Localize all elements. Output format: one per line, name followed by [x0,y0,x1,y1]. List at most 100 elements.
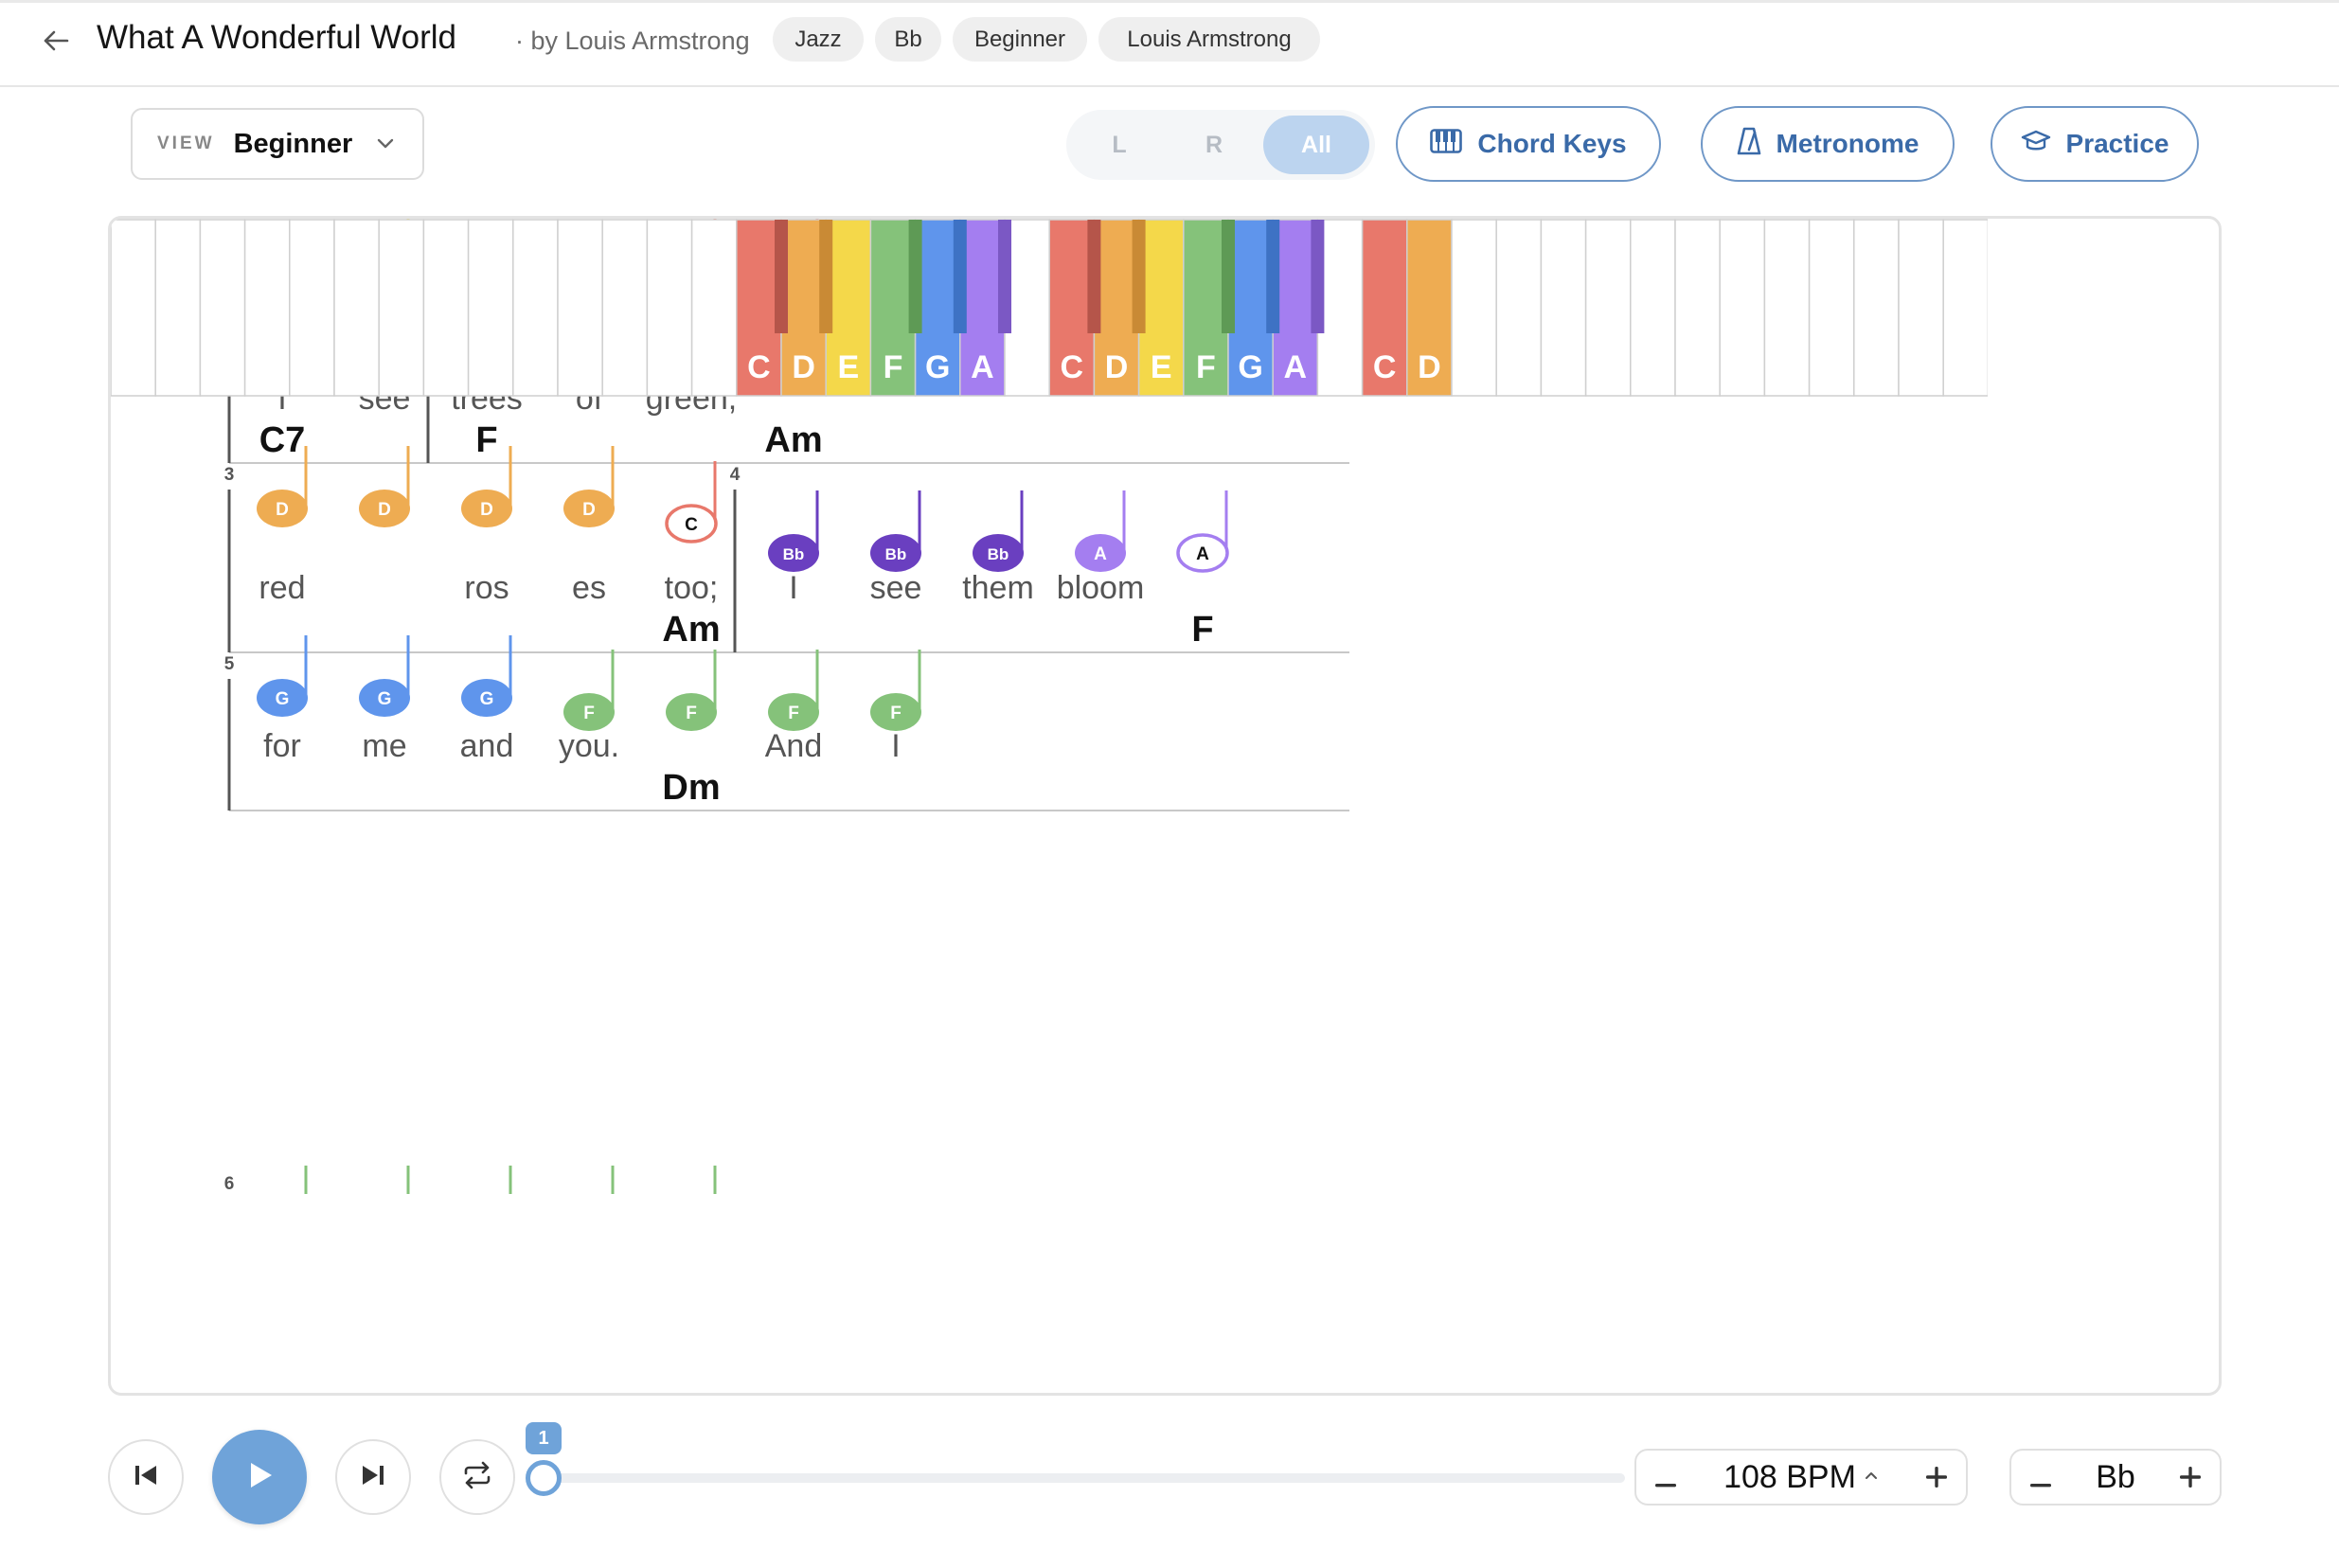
piano-white-key [690,219,738,397]
piano-white-key [601,219,649,397]
piano-key-label: G [1238,349,1262,385]
note-label: G [378,689,392,709]
transpose-increase-button[interactable] [2161,1451,2220,1504]
note: Bb [973,490,1024,572]
note: F [563,650,615,731]
plus-icon [2180,1459,2201,1496]
piano-key-label: C [1373,349,1397,385]
note-label: A [1094,544,1107,564]
note: G [257,635,308,717]
piano-white-key [111,219,156,397]
chord-symbol: F [1191,610,1213,650]
piano-white-key [1808,219,1855,397]
progress-thumb[interactable] [526,1460,562,1496]
note-label: G [276,689,290,709]
progress-track[interactable] [544,1473,1625,1483]
piano-key-label: G [925,349,950,385]
lyric: me [362,728,406,764]
metronome-button[interactable]: Metronome [1701,106,1955,182]
lyric: ros [464,570,509,606]
hand-all-button[interactable]: All [1263,116,1369,174]
piano-black-key [1132,220,1146,333]
tempo-decrease-button[interactable] [1636,1451,1695,1504]
piano-black-key [819,220,833,333]
minus-icon [2030,1459,2051,1496]
repeat-icon [461,1461,493,1494]
view-select[interactable]: VIEW Beginner [131,108,424,180]
note-label: Bb [988,545,1009,563]
skip-back-button[interactable] [108,1439,184,1515]
piano-black-key [1087,220,1101,333]
piano-key-label: E [837,349,859,385]
lyric: see [870,570,922,606]
practice-button[interactable]: Practice [1991,106,2199,182]
note-label: F [583,704,595,723]
tag-genre[interactable]: Jazz [773,17,864,62]
metronome-label: Metronome [1776,129,1919,158]
loop-button[interactable] [439,1439,515,1515]
skip-forward-button[interactable] [335,1439,411,1515]
piano-keys-icon [1430,128,1463,160]
note-label: A [1196,544,1209,564]
piano-white-key [1495,219,1543,397]
note: Bb [870,490,921,572]
piano-key-label: C [1061,349,1084,385]
note: A [1075,490,1126,572]
lyric: I [891,728,900,764]
transpose-stepper: Bb [2009,1449,2222,1506]
piano-key-label: F [1196,349,1216,385]
lyric: bloom [1057,570,1145,606]
tempo-increase-button[interactable] [1907,1451,1966,1504]
piano-keyboard[interactable]: CDEFGACDEFGACD [111,219,1988,397]
chevron-up-icon[interactable] [1864,1469,1879,1486]
hand-right-button[interactable]: R [1167,116,1261,174]
note: F [666,650,717,731]
chord-symbol: Am [662,610,720,650]
chord-keys-button[interactable]: Chord Keys [1396,106,1661,182]
tag-key[interactable]: Bb [875,17,941,62]
minus-icon [1655,1459,1676,1496]
lyric: es [572,570,606,606]
piano-white-key [512,219,559,397]
piano-white-key [199,219,246,397]
measure-number: 5 [224,654,235,674]
score-panel: 12CIC7EseeFtreesFFofCgreen,CAm34DredDDro… [108,216,2222,1396]
tag-artist[interactable]: Louis Armstrong [1098,17,1320,62]
metronome-icon [1737,127,1761,162]
note: D [359,446,410,527]
piano-key-label: C [747,349,771,385]
piano-white-key [1719,219,1766,397]
note-label: D [480,500,493,520]
view-label: VIEW [157,134,215,153]
chord-keys-label: Chord Keys [1477,129,1627,158]
graduation-cap-icon [2021,129,2051,160]
note: D [563,446,615,527]
piano-key-label: F [884,349,903,385]
piano-white-key [1763,219,1811,397]
note-label: C [685,515,698,535]
piano-key-label: E [1151,349,1172,385]
lyric: for [263,728,301,764]
piano-key-label: D [1418,349,1441,385]
tag-level[interactable]: Beginner [953,17,1087,62]
note: C [665,461,718,543]
note-label: F [788,704,799,723]
plus-icon [1926,1459,1947,1496]
transpose-decrease-button[interactable] [2011,1451,2070,1504]
note: F [870,650,921,731]
hand-toggle-group: L R All [1066,110,1375,180]
note: Bb [768,490,819,572]
piano-white-key [467,219,514,397]
piano-black-key [775,220,788,333]
note-label: F [686,704,697,723]
key-value: Bb [2096,1458,2135,1495]
note-label: D [276,500,289,520]
hand-left-button[interactable]: L [1072,116,1167,174]
play-button[interactable] [212,1430,307,1524]
note-label: Bb [783,545,805,563]
piano-white-key [378,219,425,397]
chevron-down-icon [375,133,396,158]
piano-white-key [243,219,291,397]
tempo-value: 108 BPM [1723,1458,1856,1495]
back-arrow-icon[interactable] [36,21,76,61]
